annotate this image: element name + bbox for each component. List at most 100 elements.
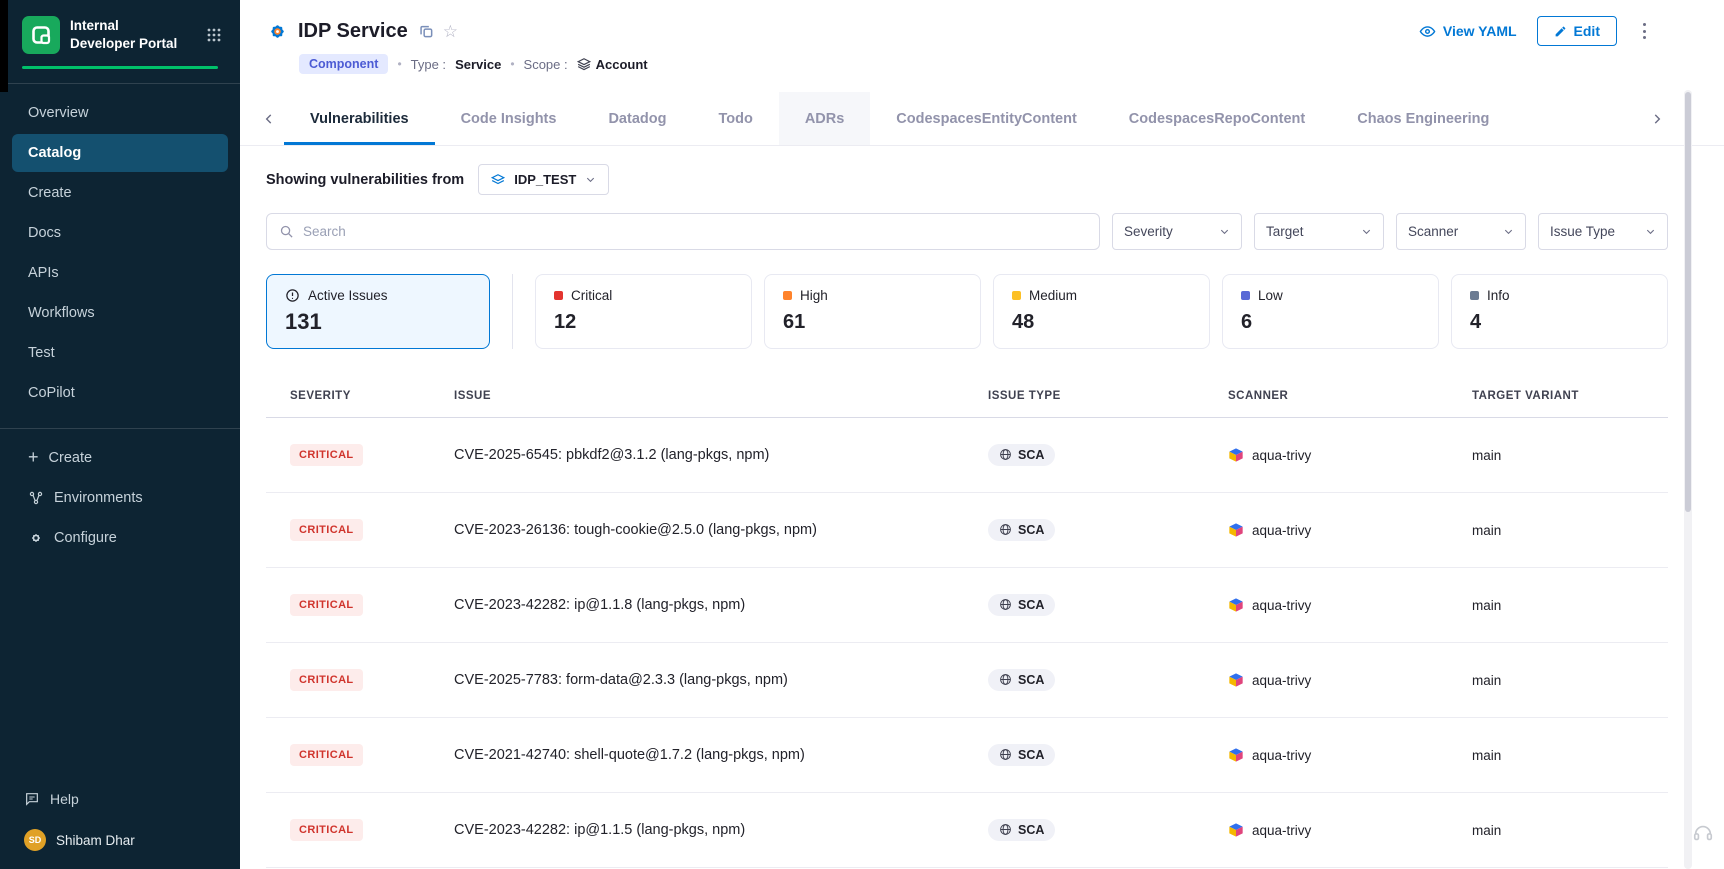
table-row[interactable]: CRITICAL CVE-2021-42740: shell-quote@1.7… [266,718,1668,793]
sidebar-item-docs[interactable]: Docs [12,214,228,252]
sca-globe-icon [999,523,1012,536]
scanner-cell: aqua-trivy [1204,597,1448,613]
tab-codespaces-repo-content[interactable]: CodespacesRepoContent [1103,92,1331,145]
tab-datadog[interactable]: Datadog [582,92,692,145]
headset-icon[interactable] [1692,822,1714,849]
type-value: Service [455,57,501,72]
sidebar-item-create-action[interactable]: + Create [12,439,228,477]
logo-glyph-icon [31,25,51,45]
issue-title: CVE-2025-6545: pbkdf2@3.1.2 (lang-pkgs, … [430,447,964,463]
tab-adrs[interactable]: ADRs [779,92,870,145]
favorite-star-icon[interactable]: ☆ [443,23,458,40]
edit-button[interactable]: Edit [1537,16,1617,46]
medium-count: 48 [1012,311,1191,334]
chevron-right-icon [1650,112,1664,126]
issue-type-label: SCA [1018,523,1044,537]
scanner-cell: aqua-trivy [1204,822,1448,838]
critical-card[interactable]: Critical 12 [535,274,752,349]
window-corner-strip [0,0,8,92]
sidebar-item-environments[interactable]: Environments [12,479,228,517]
severity-filter-dropdown[interactable]: Severity [1112,213,1242,250]
sca-globe-icon [999,448,1012,461]
nav-label: Create [49,450,93,466]
col-scanner: SCANNER [1204,375,1448,417]
severity-badge: CRITICAL [290,594,363,616]
active-issues-card[interactable]: Active Issues 131 [266,274,490,349]
medium-color-swatch [1012,291,1021,300]
col-target-variant: TARGET VARIANT [1448,375,1668,417]
tabs-scroll-right-button[interactable] [1642,92,1672,145]
table-row[interactable]: CRITICAL CVE-2025-6545: pbkdf2@3.1.2 (la… [266,418,1668,493]
table-row[interactable]: CRITICAL CVE-2025-7783: form-data@2.3.3 … [266,643,1668,718]
issue-type-chip: SCA [988,444,1055,466]
help-label: Help [50,791,79,807]
variant-row: Showing vulnerabilities from IDP_TEST [266,164,1668,195]
table-row[interactable]: CRITICAL CVE-2023-42282: ip@1.1.5 (lang-… [266,793,1668,868]
nav-label: CoPilot [28,385,75,401]
active-issues-count: 131 [285,309,471,335]
target-variant: main [1448,598,1668,613]
sidebar-item-catalog[interactable]: Catalog [12,134,228,172]
sidebar-item-configure[interactable]: Configure [12,519,228,557]
sidebar-item-overview[interactable]: Overview [12,94,228,132]
page-title: IDP Service [298,20,408,43]
high-label: High [800,288,828,303]
table-row[interactable]: CRITICAL CVE-2023-26136: tough-cookie@2.… [266,493,1668,568]
sidebar-item-create[interactable]: Create [12,174,228,212]
app-switcher-button[interactable] [202,23,226,47]
scrollbar-track[interactable] [1684,90,1692,869]
high-count: 61 [783,311,962,334]
scanner-filter-dropdown[interactable]: Scanner [1396,213,1526,250]
scrollbar-thumb[interactable] [1685,92,1691,512]
help-button[interactable]: Help [0,781,240,817]
scanner-name: aqua-trivy [1252,673,1311,688]
scope-group: Account [577,57,648,72]
variant-layers-icon [491,173,505,187]
medium-card[interactable]: Medium 48 [993,274,1210,349]
target-variant: main [1448,448,1668,463]
filter-row: Severity Target Scanner Issue Type [266,213,1668,250]
copy-name-button[interactable] [419,24,434,39]
sidebar-item-apis[interactable]: APIs [12,254,228,292]
entity-header: IDP Service ☆ View YAML [240,0,1724,74]
high-card[interactable]: High 61 [764,274,981,349]
high-color-swatch [783,291,792,300]
table-row[interactable]: CRITICAL CVE-2023-42282: ip@1.1.8 (lang-… [266,568,1668,643]
tab-todo[interactable]: Todo [692,92,778,145]
tab-code-insights[interactable]: Code Insights [435,92,583,145]
issue-type-chip: SCA [988,594,1055,616]
variant-dropdown[interactable]: IDP_TEST [478,164,609,195]
more-options-kebab-icon[interactable] [1637,18,1652,45]
tabs-scroll-left-button[interactable] [254,92,284,145]
sca-globe-icon [999,673,1012,686]
info-card[interactable]: Info 4 [1451,274,1668,349]
tab-codespaces-entity-content[interactable]: CodespacesEntityContent [870,92,1102,145]
filter-label: Issue Type [1550,224,1615,239]
table-header: SEVERITY ISSUE ISSUE TYPE SCANNER TARGET… [266,375,1668,418]
pencil-icon [1554,25,1567,38]
scanner-name: aqua-trivy [1252,598,1311,613]
entity-meta-row: Component • Type : Service • Scope : Acc… [299,54,1652,74]
chevron-left-icon [262,112,276,126]
sidebar-item-test[interactable]: Test [12,334,228,372]
chevron-down-icon [1219,226,1230,237]
issue-type-chip: SCA [988,669,1055,691]
main-area: IDP Service ☆ View YAML [240,0,1724,869]
chevron-down-icon [1361,226,1372,237]
low-card[interactable]: Low 6 [1222,274,1439,349]
user-menu[interactable]: SD Shibam Dhar [0,817,240,869]
sidebar-item-copilot[interactable]: CoPilot [12,374,228,412]
filter-label: Severity [1124,224,1173,239]
view-yaml-link[interactable]: View YAML [1419,23,1517,40]
tab-chaos-engineering[interactable]: Chaos Engineering [1331,92,1515,145]
issue-type-filter-dropdown[interactable]: Issue Type [1538,213,1668,250]
sca-globe-icon [999,748,1012,761]
sidebar-item-workflows[interactable]: Workflows [12,294,228,332]
col-issue-type: ISSUE TYPE [964,375,1204,417]
tab-vulnerabilities[interactable]: Vulnerabilities [284,92,435,145]
search-input[interactable] [303,224,1087,239]
col-severity: SEVERITY [266,375,430,417]
target-filter-dropdown[interactable]: Target [1254,213,1384,250]
header-actions: View YAML Edit [1419,16,1652,46]
title-row: IDP Service ☆ View YAML [266,16,1652,46]
